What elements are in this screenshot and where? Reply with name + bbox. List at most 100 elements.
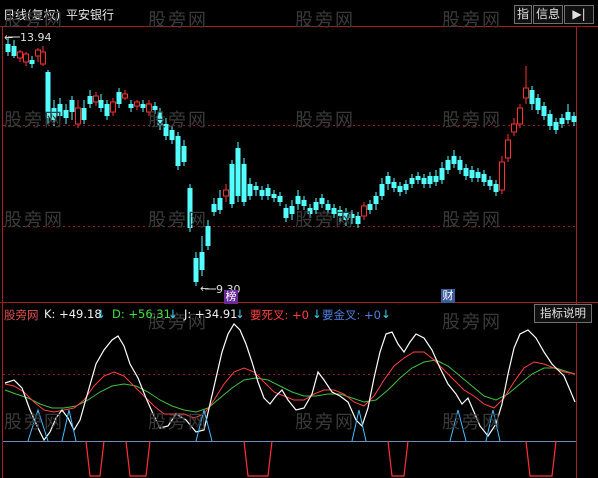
- candle-body-down: [493, 184, 499, 192]
- info-button[interactable]: 信息: [533, 5, 563, 24]
- golden-cross-value: 要金叉: +0: [322, 308, 381, 322]
- period-label[interactable]: 日线(复权): [3, 6, 60, 23]
- dead-cross-value: 要死叉: +0: [250, 308, 309, 322]
- candle-body-down: [259, 190, 265, 196]
- d-line: [4, 359, 576, 413]
- candle-body-down: [379, 184, 385, 196]
- candle-body-down: [205, 226, 211, 246]
- candle-body-down: [5, 44, 11, 52]
- candle-body-up: [505, 139, 511, 159]
- stock-chart[interactable]: ← ←: [0, 0, 598, 478]
- candle-body-down: [235, 148, 241, 196]
- candle-body-up: [517, 107, 523, 125]
- candle-body-down: [87, 96, 93, 104]
- candle-body-down: [403, 184, 409, 190]
- index-button[interactable]: 指: [514, 5, 532, 24]
- candle-body-down: [433, 176, 439, 182]
- candle-body-up: [17, 51, 23, 59]
- candle-body-down: [163, 124, 169, 136]
- candle-body-down: [241, 164, 247, 202]
- d-arrow-icon: ↓: [168, 307, 178, 321]
- candle-body-down: [451, 156, 457, 164]
- dead-cross-spike: [125, 440, 151, 477]
- candle-body-down: [469, 170, 475, 178]
- candle-body-down: [421, 178, 427, 184]
- k-line: [4, 323, 576, 442]
- candle-body-up: [523, 87, 529, 99]
- candle-body-down: [271, 194, 277, 198]
- candle-body-down: [535, 98, 541, 110]
- candle-body-down: [229, 164, 235, 204]
- candle-body-down: [217, 198, 223, 210]
- candle-body-down: [331, 208, 337, 214]
- candlestick-series: [5, 38, 577, 286]
- candle-body-down: [152, 106, 158, 110]
- candle-body-down: [63, 110, 69, 118]
- candle-body-down: [247, 184, 253, 196]
- candle-body-down: [277, 196, 283, 202]
- candle-body-down: [193, 258, 199, 282]
- dead-cross-spike: [525, 440, 557, 477]
- golden-cross-spike: [27, 408, 49, 442]
- candle-body-down: [445, 160, 451, 170]
- candle-body-up: [223, 189, 229, 197]
- k-value: K: +49.18: [44, 307, 102, 321]
- candle-body-down: [343, 212, 349, 220]
- candle-body-up: [511, 123, 517, 133]
- candle-body-down: [463, 168, 469, 176]
- golden-cross-spike: [61, 409, 77, 442]
- candle-body-down: [529, 90, 535, 104]
- expand-arrow-button[interactable]: ▶|: [564, 5, 594, 24]
- d-value: D: +56.31: [112, 307, 171, 321]
- candle-body-down: [253, 186, 259, 190]
- candle-body-down: [559, 118, 565, 124]
- j-arrow-icon: ↓: [235, 307, 245, 321]
- candle-body-down: [565, 112, 571, 120]
- candle-body-down: [367, 204, 373, 210]
- j-value: J: +34.91: [184, 307, 238, 321]
- stock-name: 平安银行: [66, 8, 115, 22]
- candle-body-down: [181, 146, 187, 162]
- candle-body-down: [116, 92, 122, 104]
- candle-body-down: [355, 216, 361, 224]
- candle-body-down: [157, 112, 163, 126]
- candle-body-down: [571, 116, 577, 122]
- candle-body-down: [319, 198, 325, 204]
- candle-body-down: [289, 206, 295, 214]
- candle-body-down: [175, 136, 181, 166]
- candle-body-down: [547, 114, 553, 126]
- candle-body-down: [475, 172, 481, 178]
- candle-body-up: [134, 101, 140, 107]
- dead-cross-spike: [387, 440, 409, 477]
- candle-body-up: [110, 101, 116, 113]
- candle-body-up: [361, 205, 367, 217]
- candle-body-down: [415, 176, 421, 180]
- candle-body-down: [45, 72, 51, 118]
- high-price-label: 13.94: [20, 31, 52, 44]
- dead-cross-spike: [243, 440, 273, 477]
- event-tag-finance[interactable]: 财: [441, 289, 455, 303]
- candle-body-down: [295, 196, 301, 204]
- candle-body-down: [487, 180, 493, 186]
- low-marker-arrow: ←: [200, 282, 209, 295]
- k-arrow-icon: ↓: [96, 307, 106, 321]
- candle-body-down: [104, 104, 110, 116]
- candle-body-down: [187, 188, 193, 228]
- candle-body-down: [313, 202, 319, 210]
- indicator-help-button[interactable]: 指标说明: [534, 304, 592, 323]
- golden-cross-spike: [449, 409, 467, 442]
- dead-cross-spike: [85, 440, 105, 477]
- top-bar: 日线(复权) 平安银行 指 信息 ▶|: [0, 0, 598, 26]
- candle-body-down: [283, 208, 289, 218]
- event-tag-list[interactable]: 榜: [224, 290, 238, 304]
- dead-arrow-icon: ↓: [312, 307, 322, 321]
- candle-body-down: [439, 168, 445, 180]
- candle-body-down: [11, 46, 17, 56]
- indicator-name[interactable]: 股旁网: [4, 307, 39, 323]
- candle-body-down: [29, 60, 35, 64]
- candle-body-up: [499, 161, 505, 191]
- candle-body-up: [23, 53, 29, 63]
- candle-body-down: [385, 176, 391, 184]
- candle-body-down: [391, 182, 397, 188]
- candle-body-down: [140, 104, 146, 108]
